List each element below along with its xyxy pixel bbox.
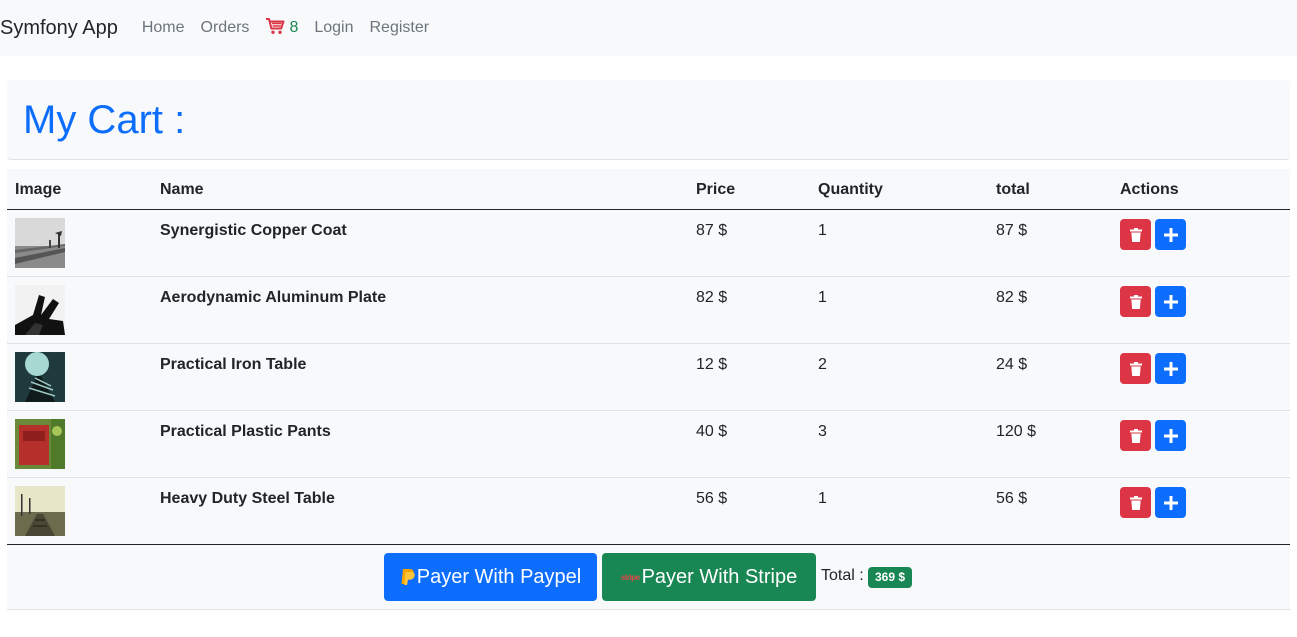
product-total: 120 $ [996,423,1037,440]
trash-icon [1129,227,1142,242]
nav-link-home[interactable]: Home [134,19,193,37]
column-header-name: Name [160,181,204,198]
total-label: Total : [821,567,864,584]
product-image [15,352,65,402]
trash-icon [1129,361,1142,376]
product-name: Aerodynamic Aluminum Plate [160,289,387,306]
nav-link-orders[interactable]: Orders [193,19,258,37]
paypal-label: Payer With Paypel [416,565,582,588]
plus-icon [1163,294,1178,309]
product-quantity: 2 [818,356,827,373]
table-row: Practical Iron Table 12 $ 2 24 $ [7,344,1290,411]
add-button[interactable] [1155,219,1186,250]
nav-link-login[interactable]: Login [306,19,361,37]
product-quantity: 1 [818,289,827,306]
column-header-actions: Actions [1120,181,1179,198]
product-name: Practical Plastic Pants [160,423,331,440]
product-price: 82 $ [696,289,728,306]
product-total: 87 $ [996,222,1028,239]
product-total: 24 $ [996,356,1028,373]
product-total: 82 $ [996,289,1028,306]
table-row: Synergistic Copper Coat 87 $ 1 87 $ [7,210,1290,277]
trash-icon [1129,294,1142,309]
add-button[interactable] [1155,353,1186,384]
payment-bar: Payer With Paypel stripe Payer With Stri… [7,545,1290,610]
trash-icon [1129,495,1142,510]
add-button[interactable] [1155,420,1186,451]
product-image [15,419,65,469]
column-header-price: Price [696,181,736,198]
stripe-label: Payer With Stripe [641,565,798,588]
product-name: Heavy Duty Steel Table [160,490,335,507]
plus-icon [1163,361,1178,376]
plus-icon [1163,495,1178,510]
product-price: 12 $ [696,356,728,373]
delete-button[interactable] [1120,286,1151,317]
product-name: Synergistic Copper Coat [160,222,347,239]
column-header-image: Image [15,181,62,198]
delete-button[interactable] [1120,487,1151,518]
product-quantity: 3 [818,423,827,440]
table-row: Aerodynamic Aluminum Plate 82 $ 1 82 $ [7,277,1290,344]
stripe-icon: stripe [620,572,640,582]
navbar: Symfony App Home Orders 8 Login Register [0,0,1297,56]
product-total: 56 $ [996,490,1028,507]
delete-button[interactable] [1120,353,1151,384]
delete-button[interactable] [1120,219,1151,250]
product-price: 56 $ [696,490,728,507]
plus-icon [1163,428,1178,443]
product-price: 40 $ [696,423,728,440]
navbar-brand[interactable]: Symfony App [0,17,118,40]
table-row: Heavy Duty Steel Table 56 $ 1 56 $ [7,478,1290,545]
column-header-quantity: Quantity [818,181,883,198]
pay-with-paypal-button[interactable]: Payer With Paypel [384,553,597,601]
product-quantity: 1 [818,490,827,507]
product-image [15,285,65,335]
delete-button[interactable] [1120,420,1151,451]
add-button[interactable] [1155,286,1186,317]
page-header: My Cart : [7,80,1290,160]
product-name: Practical Iron Table [160,356,307,373]
total-badge: 369 $ [868,567,913,588]
product-image [15,218,65,268]
table-row: Practical Plastic Pants 40 $ 3 120 $ [7,411,1290,478]
add-button[interactable] [1155,487,1186,518]
cart-count-badge: 8 [289,19,299,36]
pay-with-stripe-button[interactable]: stripe Payer With Stripe [602,553,816,601]
column-header-total: total [996,181,1030,198]
nav-link-register[interactable]: Register [362,19,438,37]
cart-table: Image Name Price Quantity total Actions … [7,169,1290,545]
trash-icon [1129,428,1142,443]
table-header-row: Image Name Price Quantity total Actions [7,169,1290,210]
nav-link-cart[interactable]: 8 [257,17,306,40]
plus-icon [1163,227,1178,242]
product-price: 87 $ [696,222,728,239]
product-quantity: 1 [818,222,827,239]
page-title: My Cart : [23,98,186,142]
product-image [15,486,65,536]
paypal-icon [401,569,415,585]
cart-icon [265,17,285,40]
